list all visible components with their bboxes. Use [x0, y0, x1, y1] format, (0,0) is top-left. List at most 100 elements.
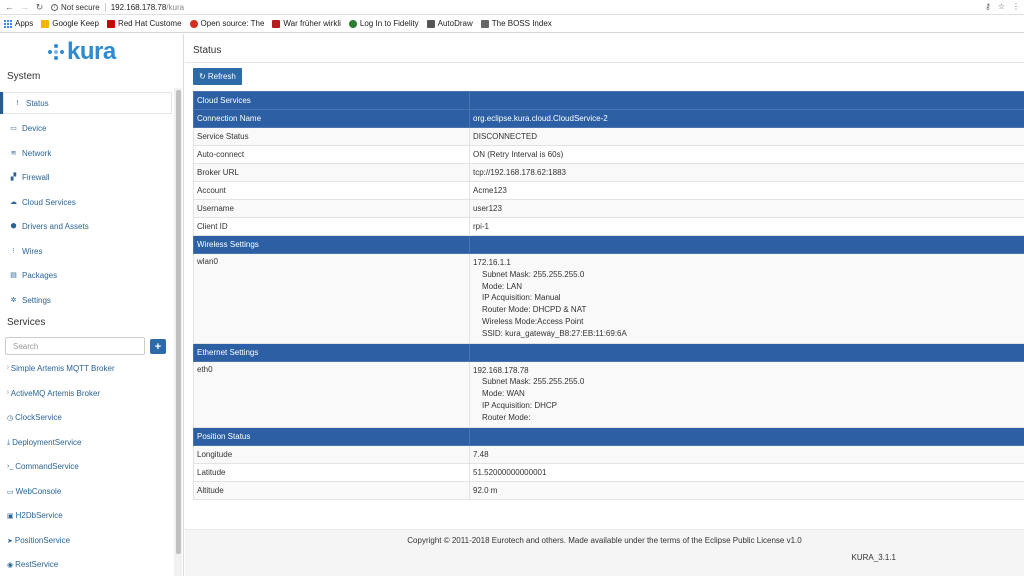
sidebar-item-cloud-services[interactable]: ☁ Cloud Services: [0, 191, 172, 213]
table-row: Service Status DISCONNECTED: [193, 127, 1024, 146]
sidebar-item-label: Network: [22, 148, 52, 158]
bookmark-label: Log In to Fidelity: [359, 19, 419, 28]
kura-logo-mark-icon: [48, 44, 64, 60]
logo-text: kura: [67, 38, 116, 65]
service-item-clockservice[interactable]: ◷ ClockService: [7, 413, 62, 422]
terminal-icon: ›_: [7, 463, 14, 470]
reload-icon[interactable]: ↻: [34, 2, 45, 13]
bookmark-red-hat[interactable]: Red Hat Custome: [106, 19, 182, 28]
firewall-icon: ▞: [10, 174, 17, 181]
database-icon: ▣: [7, 512, 14, 520]
detail-line: Router Mode:: [482, 412, 531, 422]
sidebar-item-label: Wires: [22, 246, 43, 256]
row-label: eth0: [193, 360, 470, 428]
sidebar-item-label: Firewall: [22, 172, 50, 182]
hdd-icon: ▭: [10, 125, 17, 132]
section-title: Wireless Settings: [193, 235, 470, 254]
main-content: Status ↻ Refresh Cloud Services Connecti…: [185, 34, 1024, 576]
cube-icon: ⬢: [10, 223, 17, 230]
section-header-blank: [469, 235, 1024, 254]
service-item-label: ActiveMQ Artemis Broker: [10, 389, 101, 398]
sidebar-item-device[interactable]: ▭ Device: [0, 117, 172, 139]
service-item-positionservice[interactable]: ➤ PositionService: [7, 536, 70, 545]
status-table: Cloud Services Connection Name org.eclip…: [193, 91, 1024, 500]
bookmark-war-frueher[interactable]: War früher wirkli: [272, 19, 341, 28]
row-label: Longitude: [193, 444, 470, 464]
service-item-label: Simple Artemis MQTT Broker: [10, 364, 115, 373]
row-label: Username: [193, 199, 470, 218]
section-header-position-status: Position Status: [193, 426, 1024, 446]
bookmark-label: The BOSS Index: [491, 19, 552, 28]
boss-icon: [480, 19, 489, 28]
refresh-label: Refresh: [207, 72, 236, 81]
sidebar-item-label: Device: [22, 123, 47, 133]
back-arrow-icon[interactable]: ←: [4, 2, 15, 13]
info-icon[interactable]: i: [51, 3, 58, 11]
copyright-text: Copyright © 2011-2018 Eurotech and other…: [407, 536, 802, 545]
red-hat-icon: [106, 19, 115, 28]
bookmark-open-source[interactable]: Open source: The: [189, 19, 264, 28]
exclamation-icon: !: [16, 99, 19, 107]
bookmark-boss-index[interactable]: The BOSS Index: [480, 19, 552, 28]
row-label: wlan0: [193, 253, 470, 344]
service-item-deploymentservice[interactable]: ⤓ DeploymentService: [7, 438, 81, 447]
sidebar-scrollbar-thumb[interactable]: [176, 90, 181, 554]
service-item-activemq-artemis-broker[interactable]: ⁾ ActiveMQ Artemis Broker: [7, 389, 100, 398]
forward-arrow-icon[interactable]: →: [19, 2, 30, 13]
url-path: /kura: [166, 2, 185, 12]
service-item-label: H2DbService: [15, 511, 63, 520]
ip-address: 172.16.1.1: [473, 258, 511, 267]
table-row: Connection Name org.eclipse.kura.cloud.C…: [193, 109, 1024, 128]
table-row: Longitude 7.48: [193, 444, 1024, 464]
detail-line: IP Acquisition: DHCP: [482, 400, 557, 410]
service-item-webconsole[interactable]: ▭ WebConsole: [7, 487, 61, 496]
row-value: 192.168.178.78 Subnet Mask: 255.255.255.…: [469, 360, 1024, 428]
sidebar-item-network[interactable]: ≋ Network: [0, 142, 172, 164]
table-row: Latitude 51.52000000000001: [193, 462, 1024, 482]
clock-icon: ◷: [7, 414, 14, 422]
service-item-label: ClockService: [15, 413, 62, 422]
wires-icon: ⁝: [12, 248, 15, 255]
table-row: Auto-connect ON (Retry Interval is 60s): [193, 145, 1024, 164]
service-search-input[interactable]: Search: [5, 337, 145, 355]
sidebar-item-status[interactable]: ! Status: [0, 92, 172, 114]
rss-icon: ⁾: [7, 390, 9, 398]
url-field[interactable]: i Not secure 192.168.178.78/kura: [51, 2, 185, 12]
row-label: Account: [193, 181, 470, 200]
refresh-button[interactable]: ↻ Refresh: [193, 68, 242, 85]
bookmark-autodraw[interactable]: AutoDraw: [426, 19, 473, 28]
autodraw-pencil-icon: [426, 19, 435, 28]
section-header-blank: [469, 342, 1024, 362]
row-value: tcp://192.168.178.62:1883: [469, 163, 1024, 182]
menu-dots-icon[interactable]: ⋮: [1012, 2, 1020, 11]
sidebar-item-wires[interactable]: ⁝ Wires: [0, 240, 172, 262]
sidebar-item-settings[interactable]: ✲ Settings: [0, 289, 172, 311]
bookmark-fidelity[interactable]: Log In to Fidelity: [348, 19, 419, 28]
key-icon[interactable]: ⚷: [985, 2, 991, 11]
service-item-simple-artemis-mqtt-broker[interactable]: ⁾ Simple Artemis MQTT Broker: [7, 364, 115, 373]
sidebar-item-firewall[interactable]: ▞ Firewall: [0, 166, 172, 188]
gear-icon: ✲: [10, 297, 17, 304]
detail-line: Wireless Mode:Access Point: [482, 316, 584, 326]
security-label: Not secure: [61, 2, 100, 12]
sidebar-item-packages[interactable]: ▤ Packages: [0, 264, 172, 286]
row-value: user123: [469, 199, 1024, 218]
refresh-icon: ↻: [199, 72, 206, 81]
sidebar-item-label: Settings: [22, 295, 51, 305]
service-item-label: DeploymentService: [12, 438, 82, 447]
service-item-commandservice[interactable]: ›_ CommandService: [7, 462, 79, 471]
bookmark-apps[interactable]: Apps: [4, 19, 33, 28]
service-item-restservice[interactable]: ◉ RestService: [7, 560, 58, 569]
sidebar-item-drivers-and-assets[interactable]: ⬢ Drivers and Assets: [0, 215, 172, 237]
detail-line: Subnet Mask: 255.255.255.0: [482, 377, 585, 387]
sidebar: kura System ! Status ▭ Device ≋ Network …: [0, 34, 184, 576]
add-service-button[interactable]: +: [150, 339, 166, 354]
sidebar-item-label: Drivers and Assets: [22, 221, 89, 231]
bookmark-label: AutoDraw: [437, 19, 473, 28]
wifi-icon: ≋: [10, 150, 17, 157]
bookmark-google-keep[interactable]: Google Keep: [41, 19, 99, 28]
service-item-h2dbservice[interactable]: ▣ H2DbService: [7, 511, 63, 520]
row-label: Altitude: [193, 480, 470, 500]
star-icon[interactable]: ☆: [998, 2, 1005, 11]
sidebar-item-label: Packages: [22, 270, 58, 280]
